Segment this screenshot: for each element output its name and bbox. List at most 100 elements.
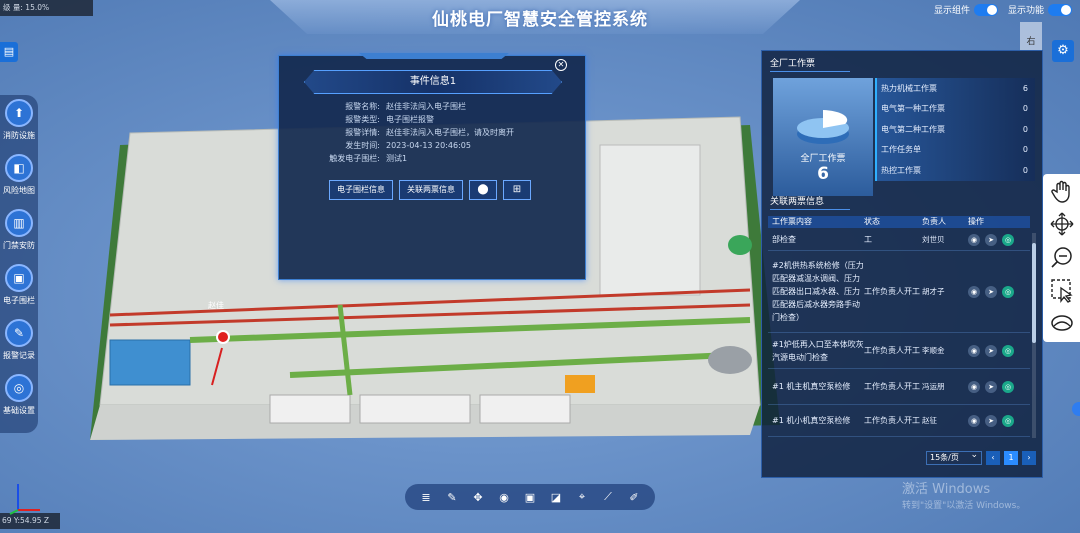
sidebar-item-fire[interactable]: ⬆ 消防设施 (0, 99, 38, 154)
send-icon[interactable]: ➤ (985, 285, 997, 298)
view-icon[interactable]: ◉ (968, 414, 980, 427)
rotate-icon[interactable] (1043, 207, 1080, 240)
locate-icon[interactable]: ◎ (1002, 414, 1014, 427)
move-icon[interactable]: ✥ (470, 491, 486, 504)
sidebar-item-fence[interactable]: ▣ 电子围栏 (0, 264, 38, 319)
category-count: 0 (1022, 145, 1028, 155)
field-key: 报警类型: (345, 115, 380, 124)
category-label: 热力机械工作票 (881, 83, 937, 93)
toggle-show-functions[interactable]: 显示功能 (1008, 3, 1072, 16)
settings-icon: ◎ (5, 374, 33, 402)
category-item[interactable]: 热力机械工作票 6 (875, 78, 1035, 99)
view-icon[interactable]: ◉ (968, 344, 980, 357)
sidebar-label: 消防设施 (3, 131, 35, 140)
coordinate-readout-top: 级 量: 15.0% (0, 0, 93, 16)
sidebar-item-basic-settings[interactable]: ◎ 基础设置 (0, 374, 38, 429)
door-icon: ▥ (5, 209, 33, 237)
total-tickets-label: 全厂工作票 (800, 154, 846, 164)
axes-gizmo-icon (9, 484, 40, 515)
field-key: 发生时间: (345, 141, 380, 150)
cell-owner: 李顺金 (922, 346, 945, 355)
cell-status: 工作负责人开工 (864, 346, 920, 355)
page-title: 仙桃电厂智慧安全管控系统 (432, 10, 648, 30)
cell-status: 工作负责人开工 (864, 416, 920, 425)
close-icon[interactable]: ✕ (555, 59, 567, 71)
zoom-out-icon[interactable] (1043, 240, 1080, 273)
table-scrollbar[interactable] (1032, 233, 1036, 438)
settings-icon[interactable]: ⚙ (1052, 40, 1074, 62)
category-item[interactable]: 工作任务单 0 (875, 139, 1035, 160)
row-actions: ◉ ➤ ◎ (968, 233, 1030, 246)
event-actions: 电子围栏信息 关联两票信息 ⬤ ⊞ (329, 180, 531, 200)
row-actions: ◉ ➤ ◎ (968, 380, 1030, 393)
view-icon[interactable]: ◉ (968, 233, 980, 246)
document-icon[interactable]: ▤ (0, 42, 18, 62)
switch-icon[interactable] (1048, 3, 1072, 16)
event-field: 报警类型: 电子围栏报警 (279, 113, 587, 126)
fence-info-button[interactable]: 电子围栏信息 (329, 180, 393, 200)
toggle-label: 显示组件 (933, 6, 970, 16)
cell-status: 工作负责人开工 (864, 287, 920, 296)
field-key: 报警名称: (345, 102, 380, 111)
related-tickets-button[interactable]: 关联两票信息 (399, 180, 463, 200)
collapse-handle[interactable] (1072, 402, 1080, 416)
category-item[interactable]: 热控工作票 0 (875, 160, 1035, 181)
sidebar-item-access[interactable]: ▥ 门禁安防 (0, 209, 38, 264)
brush-icon[interactable]: ✐ (626, 491, 642, 504)
category-item[interactable]: 电气第一种工作票 0 (875, 98, 1035, 119)
total-tickets-card: 全厂工作票 6 (773, 78, 873, 196)
send-icon[interactable]: ➤ (985, 233, 997, 246)
sidebar-item-alarm-record[interactable]: ✎ 报警记录 (0, 319, 38, 374)
layers-icon[interactable]: ≣ (418, 491, 434, 504)
view-icon[interactable]: ◉ (968, 380, 980, 393)
prev-page-icon[interactable]: ‹ (986, 451, 1000, 465)
eye-icon[interactable]: ◉ (496, 491, 512, 504)
page-size-select[interactable]: 15条/页 (926, 449, 982, 465)
crop-icon[interactable]: ◪ (548, 491, 564, 504)
pagination: 15条/页 ‹ 1 › (926, 449, 1036, 465)
field-value: 测试1 (386, 154, 408, 163)
event-info-dialog: ✕ 事件信息1 报警名称: 赵佳非法闯入电子围栏 报警类型: 电子围栏报警 报警… (278, 53, 587, 280)
location-pin-icon[interactable]: ⬤ (469, 180, 497, 200)
bottom-toolbar: ≣ ✎ ✥ ◉ ▣ ◪ ⌖ ⟋ ✐ (405, 484, 655, 510)
frame-icon[interactable]: ▣ (522, 491, 538, 504)
field-value: 电子围栏报警 (386, 115, 434, 124)
focus-icon[interactable]: ⌖ (574, 490, 590, 504)
fence-icon[interactable]: ⊞ (503, 180, 531, 200)
send-icon[interactable]: ➤ (985, 414, 997, 427)
category-label: 电气第二种工作票 (881, 124, 945, 134)
cell-content: 部检查 (772, 235, 796, 244)
select-cursor-icon[interactable] (1043, 273, 1080, 306)
locate-icon[interactable]: ◎ (1002, 285, 1014, 298)
sidebar-item-risk-map[interactable]: ◧ 风险地图 (0, 154, 38, 209)
sidebar-label: 电子围栏 (3, 296, 35, 305)
locate-icon[interactable]: ◎ (1002, 380, 1014, 393)
next-page-icon[interactable]: › (1022, 451, 1036, 465)
field-value: 赵佳非法闯入电子围栏 (386, 102, 466, 111)
section-title-related-tickets: 关联两票信息 (762, 194, 851, 210)
view-right-button[interactable]: 右 (1020, 22, 1042, 50)
ticket-category-list: 热力机械工作票 6 电气第一种工作票 0 电气第二种工作票 0 工作任务单 0 热控工作… (875, 78, 1035, 181)
send-icon[interactable]: ➤ (985, 344, 997, 357)
table-row: #1 机小机真空泵检修 工作负责人开工 赵征 ◉ ➤ ◎ (768, 405, 1030, 437)
category-item[interactable]: 电气第二种工作票 0 (875, 119, 1035, 140)
locate-icon[interactable]: ◎ (1002, 233, 1014, 246)
section-title-work-tickets: 全厂工作票 (762, 56, 851, 72)
switch-icon[interactable] (973, 3, 998, 16)
toggle-show-components[interactable]: 显示组件 (934, 3, 998, 16)
edit-icon[interactable]: ✎ (444, 491, 460, 504)
send-icon[interactable]: ➤ (985, 380, 997, 393)
sidebar-label: 报警记录 (3, 351, 35, 360)
view-mode-icon[interactable] (1043, 306, 1080, 339)
cell-content: #1 机小机真空泵检修 (772, 416, 851, 425)
cell-content: #1炉低再入口至本体吹灰汽源电动门检查 (772, 339, 864, 362)
event-fields: 报警名称: 赵佳非法闯入电子围栏 报警类型: 电子围栏报警 报警详情: 赵佳非法… (279, 100, 587, 165)
page-number-button[interactable]: 1 (1004, 451, 1018, 465)
measure-icon[interactable]: ⟋ (600, 490, 616, 504)
category-count: 0 (1022, 165, 1028, 175)
ticket-table[interactable]: 部检查 工 刘世贝 ◉ ➤ ◎ #2机供热系统检修（压力匹配器减温水调阀、压力匹配器… (768, 229, 1030, 437)
locate-icon[interactable]: ◎ (1002, 344, 1014, 357)
view-icon[interactable]: ◉ (968, 285, 980, 298)
pan-hand-icon[interactable] (1043, 174, 1080, 207)
fence-icon: ▣ (5, 264, 33, 292)
